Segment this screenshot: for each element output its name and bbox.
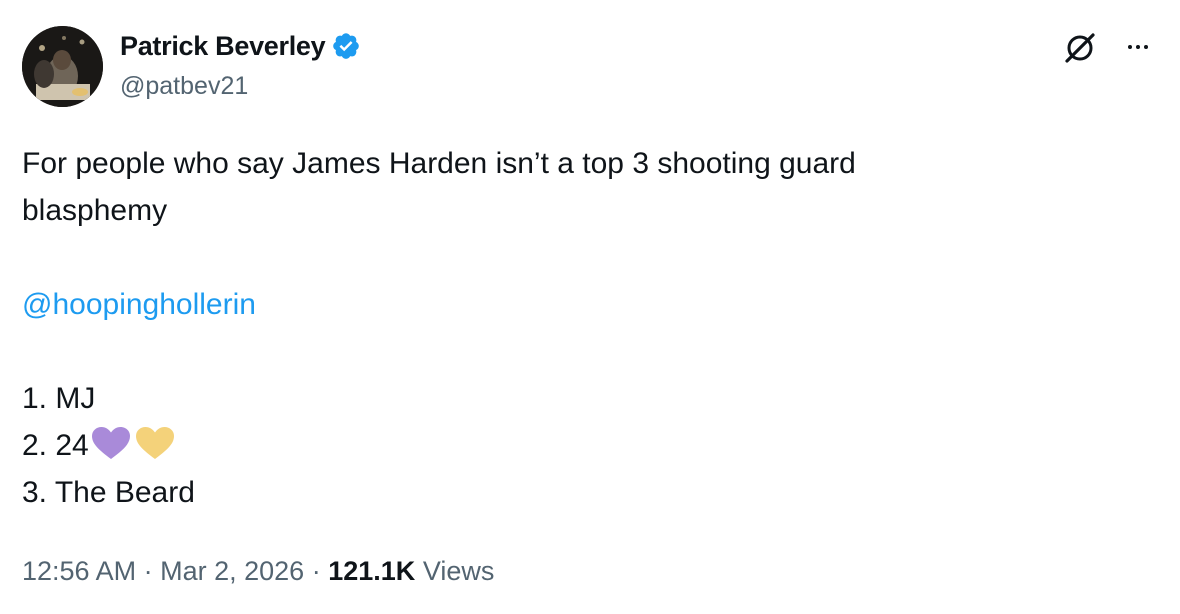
- grok-icon[interactable]: [1060, 28, 1100, 68]
- more-options-icon[interactable]: [1118, 32, 1158, 62]
- list-item: 1. MJ: [22, 382, 96, 415]
- verified-badge-icon[interactable]: [331, 31, 361, 61]
- list-item: 2. 24: [22, 422, 1132, 469]
- purple-heart-icon: [89, 425, 133, 461]
- more-dot: [1144, 45, 1148, 49]
- tweet-line: blasphemy: [22, 194, 168, 227]
- meta-separator: ·: [143, 556, 153, 586]
- name-row: Patrick Beverley: [120, 28, 361, 64]
- views-label: Views: [422, 556, 495, 586]
- list-item-text: 2. 24: [22, 429, 89, 462]
- more-dot: [1136, 45, 1140, 49]
- display-name[interactable]: Patrick Beverley: [120, 31, 326, 62]
- user-handle[interactable]: @patbev21: [120, 72, 248, 101]
- avatar[interactable]: [22, 26, 103, 107]
- meta-separator: ·: [311, 556, 321, 586]
- timestamp-time[interactable]: 12:56 AM: [22, 556, 136, 586]
- more-dot: [1128, 45, 1132, 49]
- tweet-card: Patrick Beverley @patbev21 For people wh…: [0, 0, 1180, 614]
- tweet-line: For people who say James Harden isn’t a …: [22, 147, 856, 180]
- views-count[interactable]: 121.1K: [328, 556, 415, 586]
- timestamp-date[interactable]: Mar 2, 2026: [160, 556, 304, 586]
- yellow-heart-icon: [133, 425, 177, 461]
- mention-line: @hoopinghollerin: [22, 281, 1132, 328]
- list-item: 3. The Beard: [22, 476, 195, 509]
- tweet-meta: 12:56 AM · Mar 2, 2026 · 121.1K Views: [22, 556, 494, 587]
- mention-link[interactable]: @hoopinghollerin: [22, 288, 256, 321]
- tweet-text: For people who say James Harden isn’t a …: [22, 140, 1132, 516]
